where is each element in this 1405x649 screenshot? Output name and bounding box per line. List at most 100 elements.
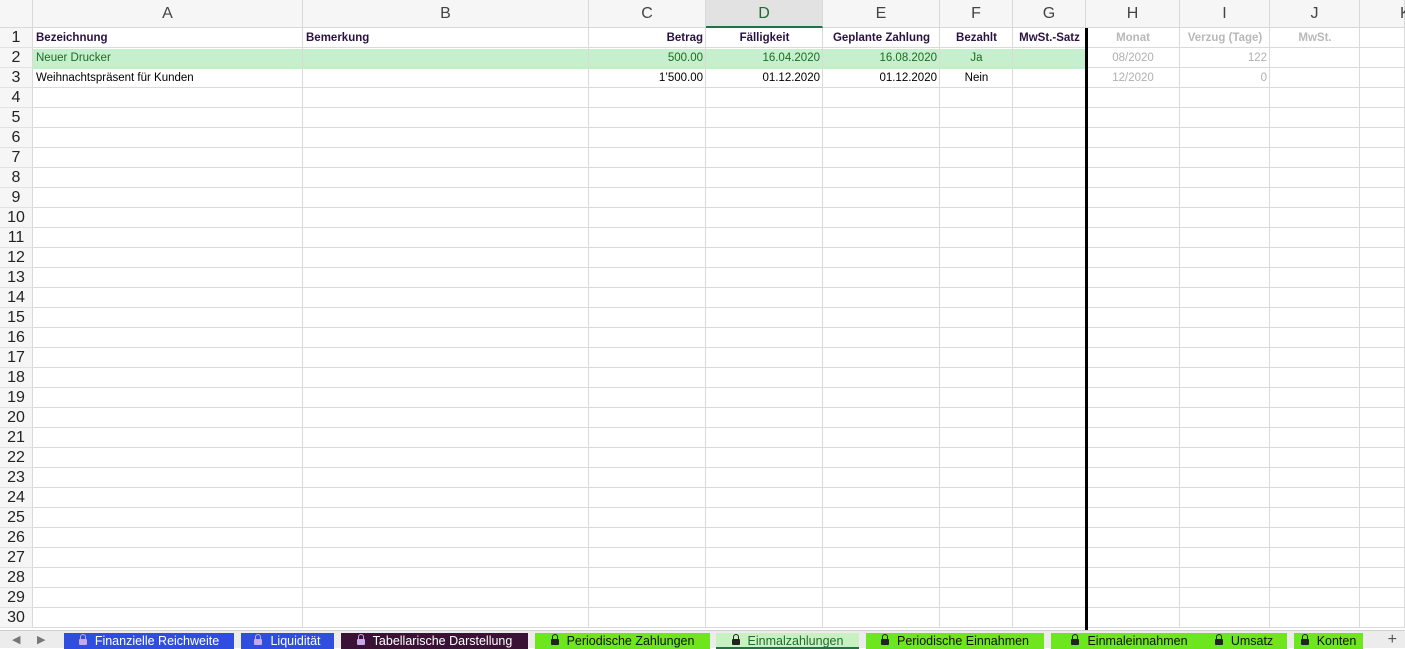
column-header-j[interactable]: J bbox=[1270, 0, 1360, 28]
data-cell-i3[interactable]: 0 bbox=[1180, 68, 1270, 88]
sheet-tab-finanzielle-reichweite[interactable]: Finanzielle Reichweite bbox=[64, 633, 234, 649]
tab-scroll-prev-icon[interactable]: ◀ bbox=[12, 632, 20, 648]
data-cell-d2[interactable]: 16.04.2020 bbox=[706, 48, 823, 68]
row-header-2[interactable]: 2 bbox=[0, 48, 33, 68]
data-cell-h2[interactable]: 08/2020 bbox=[1086, 48, 1180, 68]
column-header-f[interactable]: F bbox=[940, 0, 1013, 28]
row-header-28[interactable]: 28 bbox=[0, 568, 33, 588]
sheet-tab-periodische-einnahmen[interactable]: Periodische Einnahmen bbox=[866, 633, 1044, 649]
data-cell-a3[interactable]: Weihnachtspräsent für Kunden bbox=[33, 68, 303, 88]
sheet-tab-liquidität[interactable]: Liquidität bbox=[241, 633, 334, 649]
column-header-d[interactable]: D bbox=[706, 0, 823, 28]
header-cell-g[interactable]: MwSt.-Satz bbox=[1013, 28, 1086, 48]
header-cell-c[interactable]: Betrag bbox=[589, 28, 706, 48]
header-cell-e[interactable]: Geplante Zahlung bbox=[823, 28, 940, 48]
column-header-g[interactable]: G bbox=[1013, 0, 1086, 28]
data-cell-h3[interactable]: 12/2020 bbox=[1086, 68, 1180, 88]
row-gridline bbox=[33, 387, 1405, 388]
column-gridline bbox=[1359, 28, 1360, 628]
tab-scroll-next-icon[interactable]: ▶ bbox=[37, 632, 45, 648]
sheet-tab-tabellarische-darstellung[interactable]: Tabellarische Darstellung bbox=[341, 633, 528, 649]
row-header-19[interactable]: 19 bbox=[0, 388, 33, 408]
header-cell-b[interactable]: Bemerkung bbox=[303, 28, 589, 48]
column-header-a[interactable]: A bbox=[33, 0, 303, 28]
data-cell-b2[interactable] bbox=[303, 48, 589, 68]
data-cell-f3[interactable]: Nein bbox=[940, 68, 1013, 88]
header-cell-i[interactable]: Verzug (Tage) bbox=[1180, 28, 1270, 48]
data-cell-c3[interactable]: 1’500.00 bbox=[589, 68, 706, 88]
data-cell-f2[interactable]: Ja bbox=[940, 48, 1013, 68]
row-gridline bbox=[33, 327, 1405, 328]
row-header-17[interactable]: 17 bbox=[0, 348, 33, 368]
row-header-21[interactable]: 21 bbox=[0, 428, 33, 448]
data-cell-a2[interactable]: Neuer Drucker bbox=[33, 48, 303, 68]
row-header-22[interactable]: 22 bbox=[0, 448, 33, 468]
row-gridline bbox=[33, 367, 1405, 368]
row-header-25[interactable]: 25 bbox=[0, 508, 33, 528]
row-header-16[interactable]: 16 bbox=[0, 328, 33, 348]
row-header-13[interactable]: 13 bbox=[0, 268, 33, 288]
row-gridline bbox=[33, 187, 1405, 188]
row-gridline bbox=[33, 107, 1405, 108]
data-cell-j2[interactable] bbox=[1270, 48, 1360, 68]
row-gridline bbox=[33, 127, 1405, 128]
row-header-11[interactable]: 11 bbox=[0, 228, 33, 248]
row-header-6[interactable]: 6 bbox=[0, 128, 33, 148]
row-header-18[interactable]: 18 bbox=[0, 368, 33, 388]
row-header-5[interactable]: 5 bbox=[0, 108, 33, 128]
row-header-4[interactable]: 4 bbox=[0, 88, 33, 108]
header-cell-a[interactable]: Bezeichnung bbox=[33, 28, 303, 48]
select-all-corner[interactable] bbox=[0, 0, 33, 28]
row-header-8[interactable]: 8 bbox=[0, 168, 33, 188]
sheet-tab-einmaleinnahmen[interactable]: Einmaleinnahmen bbox=[1051, 633, 1208, 649]
column-header-h[interactable]: H bbox=[1086, 0, 1180, 28]
row-header-14[interactable]: 14 bbox=[0, 288, 33, 308]
data-cell-b3[interactable] bbox=[303, 68, 589, 88]
add-sheet-button[interactable]: + bbox=[1388, 631, 1397, 648]
column-header-k[interactable]: K bbox=[1360, 0, 1405, 28]
lock-icon bbox=[731, 634, 740, 645]
row-header-10[interactable]: 10 bbox=[0, 208, 33, 228]
row-header-27[interactable]: 27 bbox=[0, 548, 33, 568]
row-header-9[interactable]: 9 bbox=[0, 188, 33, 208]
header-cell-f[interactable]: Bezahlt bbox=[940, 28, 1013, 48]
data-cell-e2[interactable]: 16.08.2020 bbox=[823, 48, 940, 68]
row-header-7[interactable]: 7 bbox=[0, 148, 33, 168]
sheet-tab-periodische-zahlungen[interactable]: Periodische Zahlungen bbox=[535, 633, 710, 649]
row-header-12[interactable]: 12 bbox=[0, 248, 33, 268]
column-header-c[interactable]: C bbox=[589, 0, 706, 28]
row-header-20[interactable]: 20 bbox=[0, 408, 33, 428]
row-gridline bbox=[33, 567, 1405, 568]
data-cell-j3[interactable] bbox=[1270, 68, 1360, 88]
row-header-24[interactable]: 24 bbox=[0, 488, 33, 508]
column-gridline bbox=[1269, 28, 1270, 628]
column-header-e[interactable]: E bbox=[823, 0, 940, 28]
row-header-26[interactable]: 26 bbox=[0, 528, 33, 548]
header-cell-d[interactable]: Fälligkeit bbox=[706, 28, 823, 48]
row-header-15[interactable]: 15 bbox=[0, 308, 33, 328]
spreadsheet-grid[interactable]: ABCDEFGHIJK12345678910111213141516171819… bbox=[0, 0, 1405, 630]
data-cell-c2[interactable]: 500.00 bbox=[589, 48, 706, 68]
data-cell-d3[interactable]: 01.12.2020 bbox=[706, 68, 823, 88]
sheet-tab-konten[interactable]: Konten bbox=[1294, 633, 1363, 649]
row-header-1[interactable]: 1 bbox=[0, 28, 33, 48]
row-header-29[interactable]: 29 bbox=[0, 588, 33, 608]
row-gridline bbox=[33, 507, 1405, 508]
header-cell-h[interactable]: Monat bbox=[1086, 28, 1180, 48]
header-cell-j[interactable]: MwSt. bbox=[1270, 28, 1360, 48]
row-header-30[interactable]: 30 bbox=[0, 608, 33, 628]
data-cell-e3[interactable]: 01.12.2020 bbox=[823, 68, 940, 88]
row-gridline bbox=[33, 587, 1405, 588]
row-header-3[interactable]: 3 bbox=[0, 68, 33, 88]
data-cell-i2[interactable]: 122 bbox=[1180, 48, 1270, 68]
row-gridline bbox=[33, 447, 1405, 448]
data-cell-g2[interactable] bbox=[1013, 48, 1086, 68]
row-header-23[interactable]: 23 bbox=[0, 468, 33, 488]
data-cell-g3[interactable] bbox=[1013, 68, 1086, 88]
sheet-tab-einmalzahlungen[interactable]: Einmalzahlungen bbox=[716, 633, 859, 649]
column-gridline bbox=[939, 28, 940, 628]
row-gridline bbox=[33, 407, 1405, 408]
sheet-tab-umsatz[interactable]: Umsatz bbox=[1201, 633, 1287, 649]
column-header-i[interactable]: I bbox=[1180, 0, 1270, 28]
column-header-b[interactable]: B bbox=[303, 0, 589, 28]
